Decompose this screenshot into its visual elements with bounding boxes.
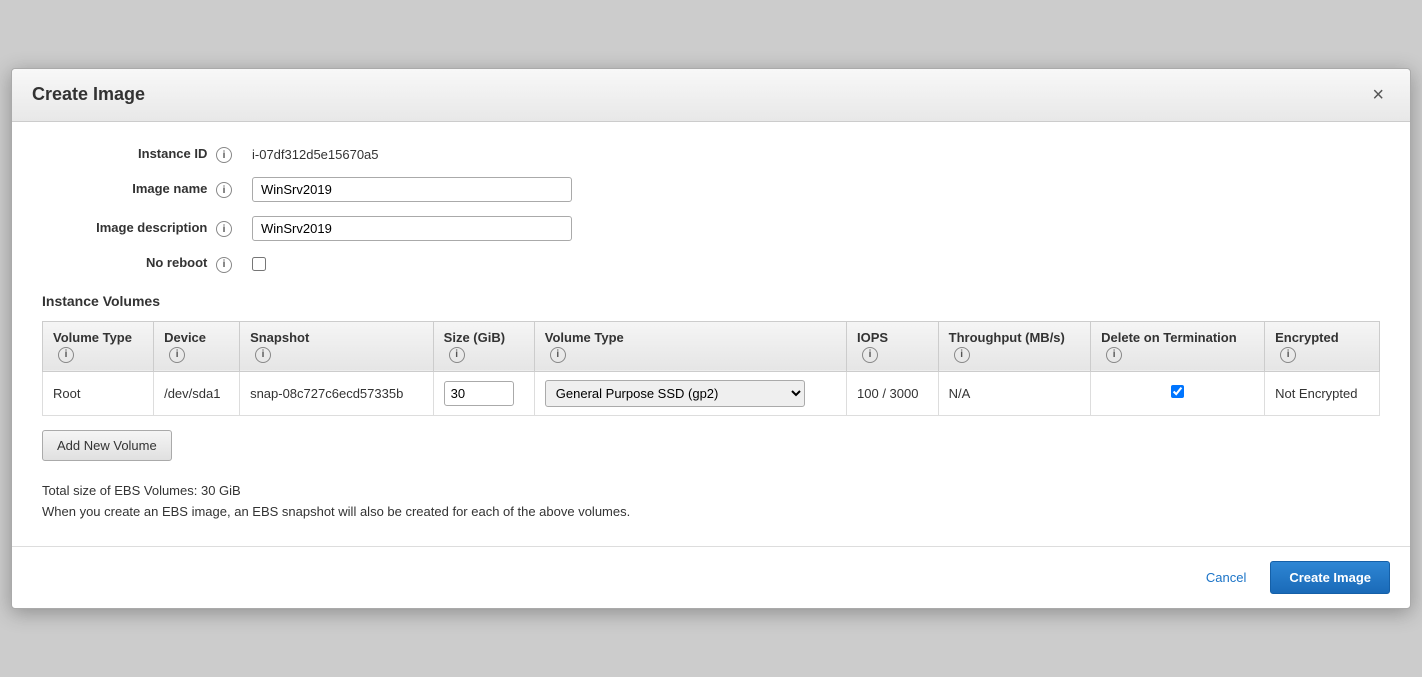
cell-snapshot: snap-08c727c6ecd57335b (240, 371, 434, 415)
volume-type-col-info-icon: i (58, 347, 74, 363)
cell-delete-on-termination[interactable] (1091, 371, 1265, 415)
form-section: Instance ID i i-07df312d5e15670a5 Image … (42, 146, 1380, 273)
image-name-info-icon: i (216, 182, 232, 198)
table-row: Root /dev/sda1 snap-08c727c6ecd57335b Ge… (43, 371, 1380, 415)
size-input[interactable] (444, 381, 514, 406)
no-reboot-info-icon: i (216, 257, 232, 273)
info-text: Total size of EBS Volumes: 30 GiB When y… (42, 481, 1380, 523)
cell-throughput: N/A (938, 371, 1091, 415)
encrypted-col-info-icon: i (1280, 347, 1296, 363)
modal-header: Create Image × (12, 69, 1410, 122)
col-device: Device i (154, 321, 240, 371)
iops-col-info-icon: i (862, 347, 878, 363)
col-delete-on-termination: Delete on Termination i (1091, 321, 1265, 371)
no-reboot-label: No reboot i (42, 255, 242, 273)
cell-volume-type: Root (43, 371, 154, 415)
volumes-table: Volume Type i Device i (42, 321, 1380, 416)
col-size: Size (GiB) i (433, 321, 534, 371)
volume-type-val-info-icon: i (550, 347, 566, 363)
image-description-input[interactable] (252, 216, 572, 241)
size-col-info-icon: i (449, 347, 465, 363)
image-description-info-icon: i (216, 221, 232, 237)
info-line1: Total size of EBS Volumes: 30 GiB (42, 481, 1380, 502)
cancel-button[interactable]: Cancel (1194, 564, 1258, 591)
delete-on-termination-col-info-icon: i (1106, 347, 1122, 363)
create-image-modal: Create Image × Instance ID i i-07df312d5… (11, 68, 1411, 610)
volume-type-select[interactable]: General Purpose SSD (gp2) General Purpos… (545, 380, 805, 407)
col-throughput: Throughput (MB/s) i (938, 321, 1091, 371)
device-col-info-icon: i (169, 347, 185, 363)
volumes-section: Instance Volumes Volume Type i (42, 293, 1380, 461)
cell-size[interactable] (433, 371, 534, 415)
instance-id-row: Instance ID i i-07df312d5e15670a5 (42, 146, 1380, 164)
col-volume-type-val: Volume Type i (534, 321, 846, 371)
cell-volume-type-select[interactable]: General Purpose SSD (gp2) General Purpos… (534, 371, 846, 415)
instance-id-info-icon: i (216, 147, 232, 163)
delete-on-termination-checkbox[interactable] (1171, 385, 1184, 398)
cell-encrypted: Not Encrypted (1265, 371, 1380, 415)
cell-iops: 100 / 3000 (847, 371, 939, 415)
image-name-row: Image name i (42, 177, 1380, 202)
col-iops: IOPS i (847, 321, 939, 371)
instance-id-label: Instance ID i (42, 146, 242, 164)
no-reboot-checkbox[interactable] (252, 257, 266, 271)
close-button[interactable]: × (1366, 83, 1390, 107)
cell-device: /dev/sda1 (154, 371, 240, 415)
throughput-col-info-icon: i (954, 347, 970, 363)
modal-body: Instance ID i i-07df312d5e15670a5 Image … (12, 122, 1410, 547)
info-line2: When you create an EBS image, an EBS sna… (42, 502, 1380, 523)
modal-footer: Cancel Create Image (12, 546, 1410, 608)
image-name-label: Image name i (42, 181, 242, 199)
modal-title: Create Image (32, 84, 145, 105)
col-volume-type: Volume Type i (43, 321, 154, 371)
image-name-input[interactable] (252, 177, 572, 202)
col-snapshot: Snapshot i (240, 321, 434, 371)
create-image-button[interactable]: Create Image (1270, 561, 1390, 594)
add-new-volume-button[interactable]: Add New Volume (42, 430, 172, 461)
image-description-label: Image description i (42, 220, 242, 238)
no-reboot-row: No reboot i (42, 255, 1380, 273)
volumes-section-title: Instance Volumes (42, 293, 1380, 309)
instance-id-value: i-07df312d5e15670a5 (252, 147, 379, 162)
snapshot-col-info-icon: i (255, 347, 271, 363)
col-encrypted: Encrypted i (1265, 321, 1380, 371)
image-description-row: Image description i (42, 216, 1380, 241)
